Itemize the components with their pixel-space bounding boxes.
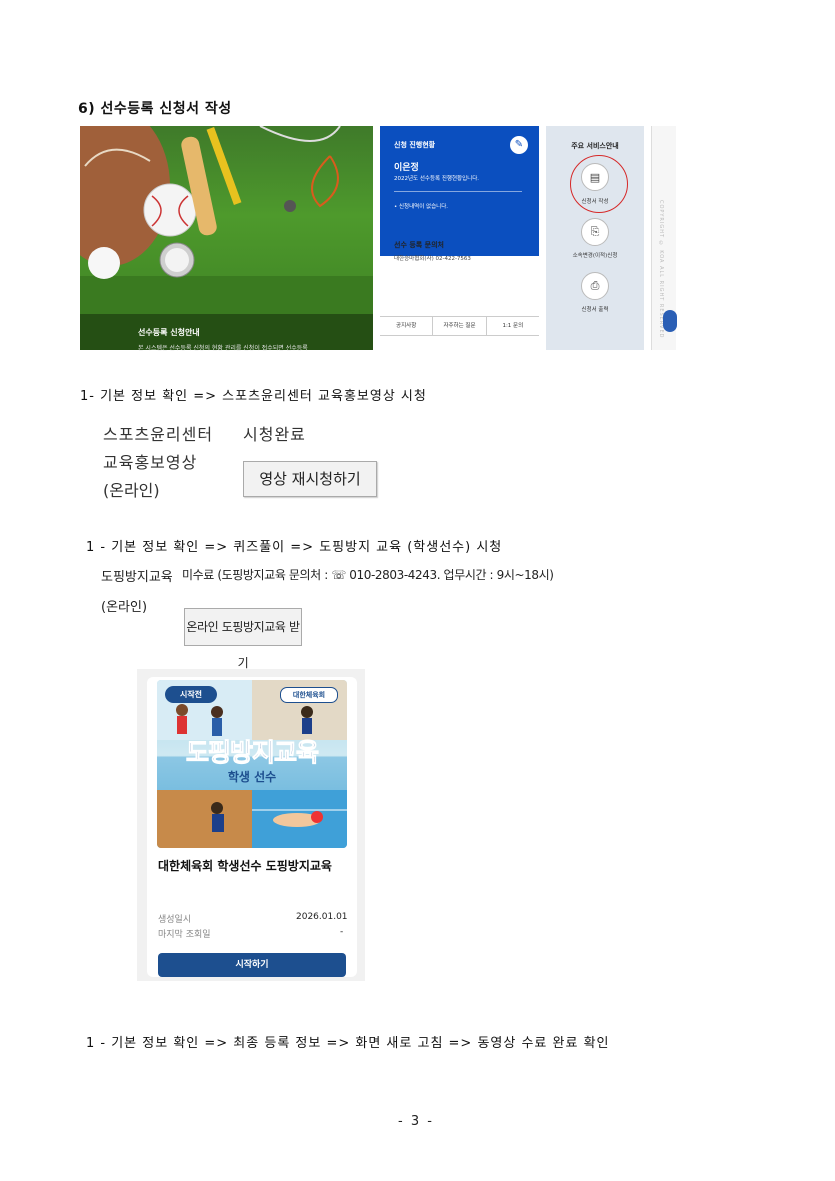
service-label-transfer[interactable]: 소속변경(이적)신청 bbox=[546, 251, 644, 259]
contact-title: 선수 등록 문의처 bbox=[394, 241, 444, 249]
printer-icon[interactable]: ⎙ bbox=[581, 272, 609, 300]
org-badge: 대한체육회 bbox=[280, 687, 338, 703]
section-title: 6) 선수등록 신청서 작성 bbox=[78, 101, 232, 117]
doping-online-label: (온라인) bbox=[101, 600, 148, 615]
doping-label: 도핑방지교육 bbox=[101, 570, 173, 585]
hero-subtext: 본 시스템은 선수등록 신청의 현황 관리를 신청이 접수되면 선수등록 bbox=[138, 345, 308, 352]
transfer-icon[interactable]: ⎘ bbox=[581, 218, 609, 246]
hero-caption: 선수등록 신청안내 bbox=[138, 328, 200, 337]
last-view-value: - bbox=[340, 927, 344, 937]
ethics-online-label: (온라인) bbox=[103, 481, 160, 500]
rewatch-video-button[interactable]: 영상 재시청하기 bbox=[243, 461, 377, 497]
link-faq[interactable]: 자주하는 질문 bbox=[433, 317, 487, 335]
service-label-print[interactable]: 신청서 출력 bbox=[546, 305, 644, 313]
link-inquiry[interactable]: 1:1 문의 bbox=[487, 317, 539, 335]
status-empty-text: • 신청내역이 없습니다. bbox=[394, 204, 449, 210]
thumbnail-subtitle: 학생 선수 bbox=[227, 770, 277, 784]
link-row: 공지사항 자주하는 질문 1:1 문의 bbox=[380, 316, 539, 336]
ethics-title: 스포츠윤리센터 bbox=[103, 425, 214, 444]
created-value: 2026.01.01 bbox=[296, 912, 348, 922]
status-title: 신청 진행현황 bbox=[394, 141, 436, 149]
edit-icon[interactable]: ✎ bbox=[510, 136, 528, 154]
ethics-status: 시청완료 bbox=[243, 425, 306, 444]
step-3-text: 1 - 기본 정보 확인 => 최종 등록 정보 => 화면 새로 고침 => … bbox=[86, 1036, 610, 1051]
status-user-name: 이은정 bbox=[394, 163, 419, 173]
status-badge: 시작전 bbox=[165, 686, 217, 703]
doping-education-button[interactable]: 온라인 도핑방지교육 받기 bbox=[184, 608, 302, 670]
divider bbox=[394, 191, 522, 192]
course-title: 대한체육회 학생선수 도핑방지교육 bbox=[158, 859, 332, 873]
start-button[interactable]: 시작하기 bbox=[158, 953, 346, 977]
chat-avatar[interactable] bbox=[663, 310, 677, 332]
created-label: 생성일시 bbox=[158, 915, 192, 925]
status-year-text: 2022년도 선수등록 진행현황입니다. bbox=[394, 176, 480, 182]
services-title: 주요 서비스안내 bbox=[571, 142, 619, 150]
doping-status: 미수료 (도핑방지교육 문의처 : ☏ 010-2803-4243. 업무시간 … bbox=[182, 568, 554, 582]
link-notice[interactable]: 공지사항 bbox=[380, 317, 434, 335]
hero-image bbox=[80, 126, 373, 350]
ethics-video-label: 교육홍보영상 bbox=[103, 453, 198, 472]
document-icon[interactable]: ▤ bbox=[581, 163, 609, 191]
thumbnail-title: 도핑방지교육 bbox=[185, 738, 319, 768]
contact-info: 대한승마협회(사) 02-422-7563 bbox=[394, 256, 471, 262]
service-label-application[interactable]: 신청서 작성 bbox=[546, 197, 644, 205]
step-2-text: 1 - 기본 정보 확인 => 퀴즈풀이 => 도핑방지 교육 (학생선수) 시… bbox=[86, 540, 503, 555]
step-1-text: 1- 기본 정보 확인 => 스포츠윤리센터 교육홍보영상 시청 bbox=[80, 389, 427, 404]
last-view-label: 마지막 조회일 bbox=[158, 930, 211, 940]
page-number: - 3 - bbox=[398, 1114, 434, 1129]
